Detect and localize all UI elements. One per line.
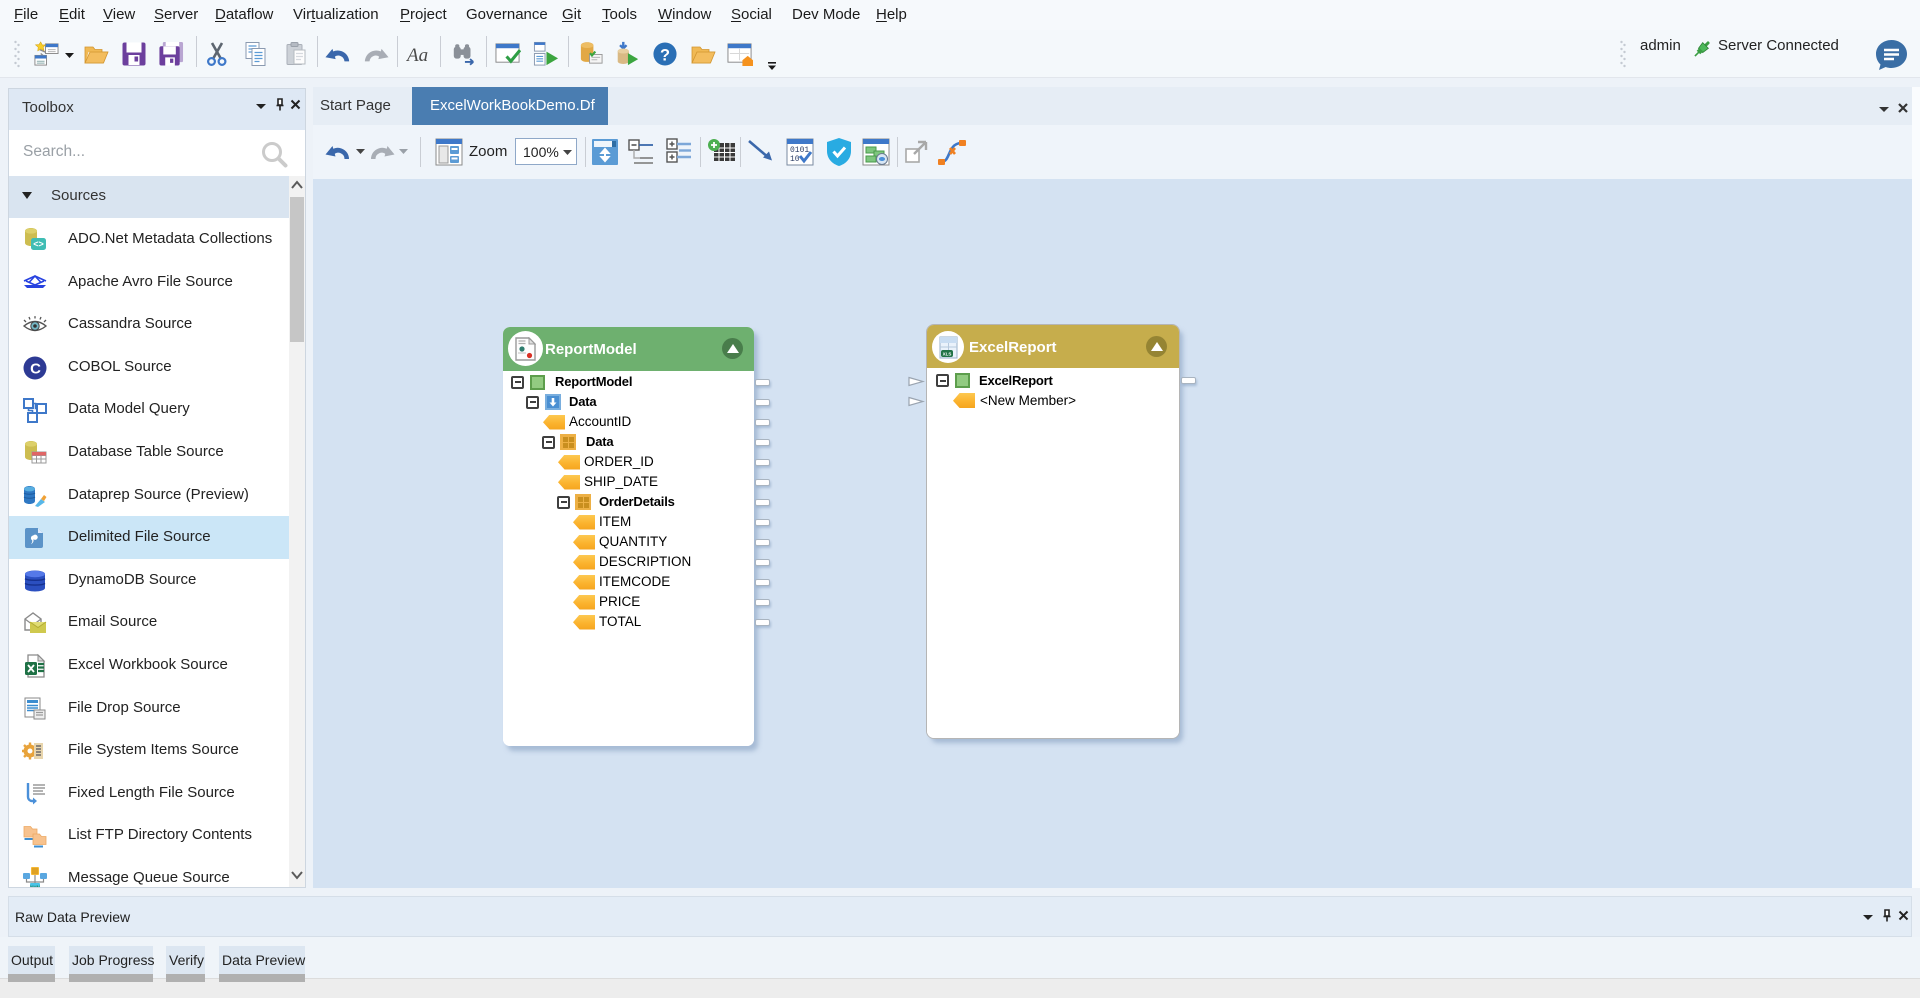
svg-text:XLS: XLS [943,352,952,357]
svg-text:Aa: Aa [405,45,428,66]
svg-text:C: C [30,361,41,378]
svg-text:10: 10 [790,155,800,164]
svg-text:NHN: NHN [30,885,40,889]
svg-text:0101: 0101 [790,146,809,155]
svg-text:?: ? [660,46,670,64]
svg-text:<>: <> [33,239,44,249]
